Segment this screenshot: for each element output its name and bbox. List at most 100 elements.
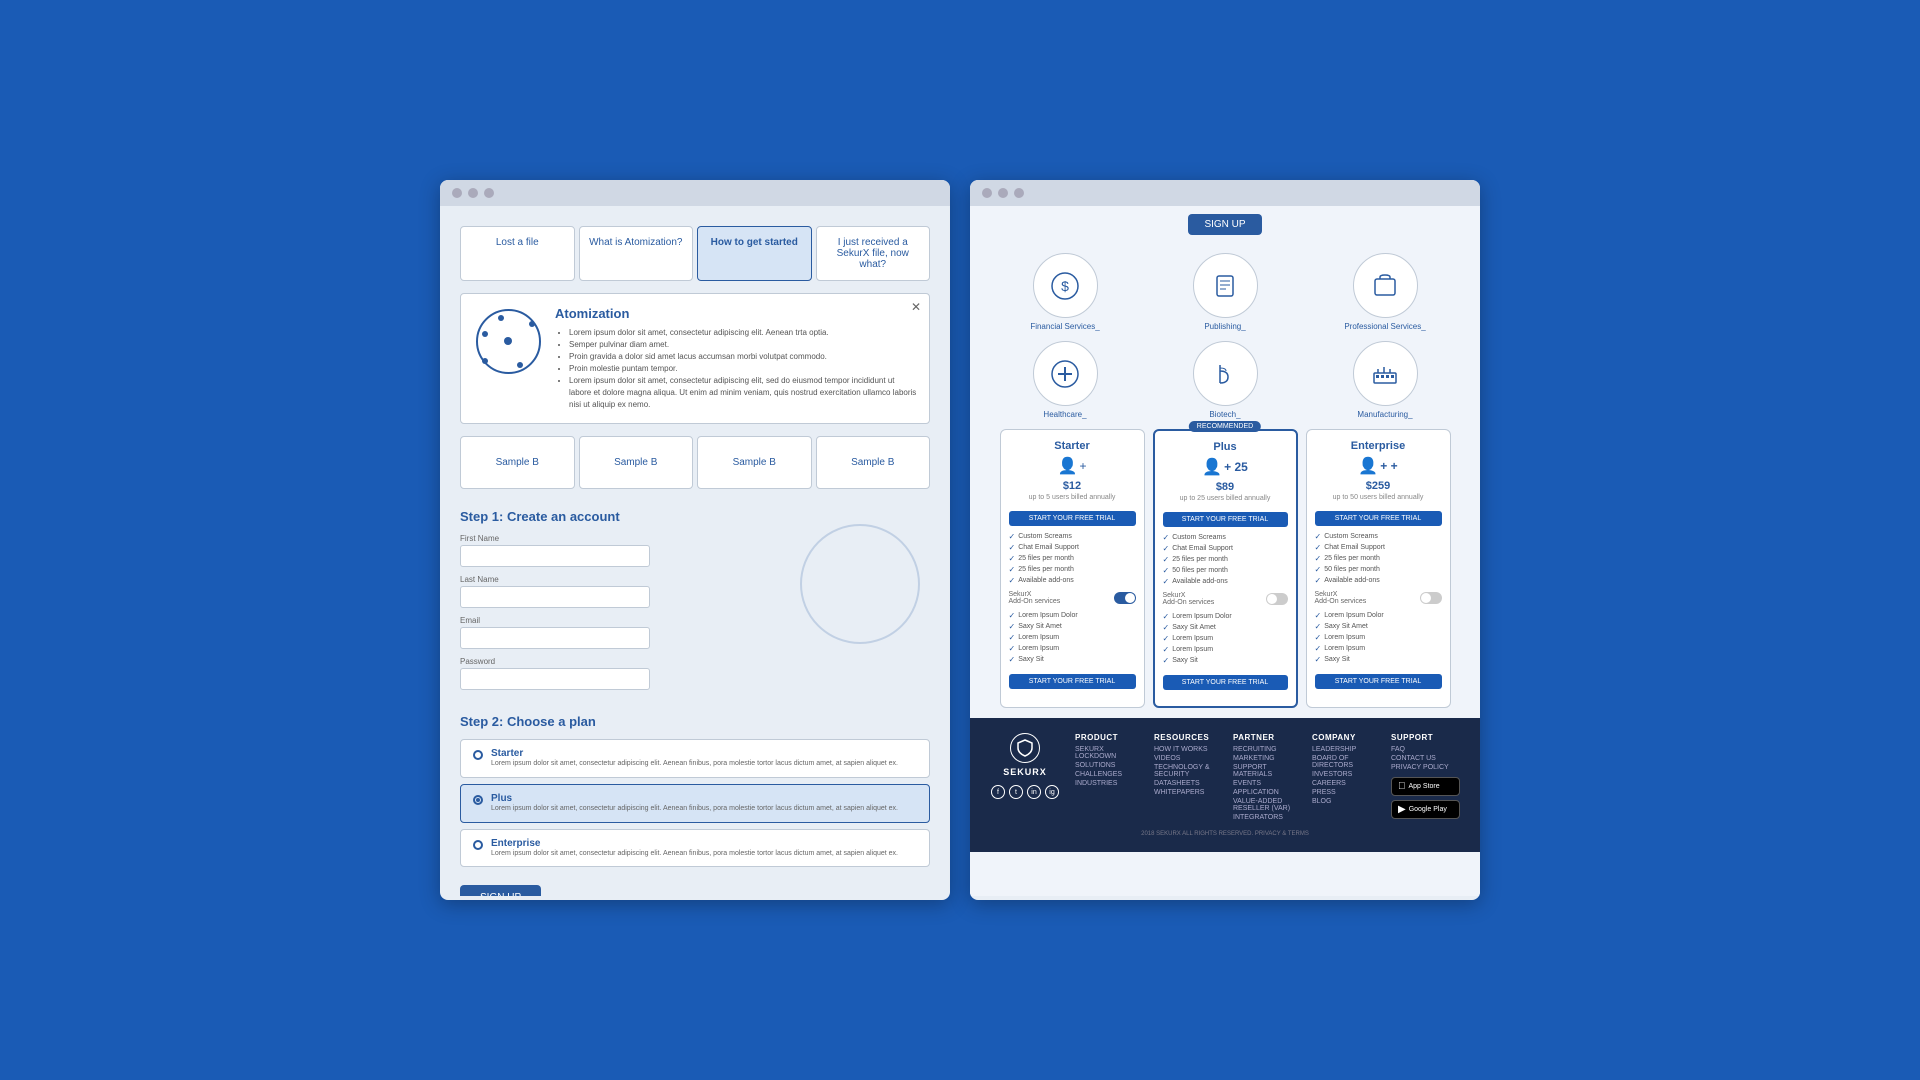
manufacturing-label: Manufacturing_ <box>1357 410 1412 419</box>
footer-link-technology[interactable]: TECHNOLOGY & SECURITY <box>1154 764 1223 778</box>
footer-link-videos[interactable]: VIDEOS <box>1154 755 1223 762</box>
starter-toggle[interactable] <box>1114 592 1136 604</box>
footer-link-events[interactable]: EVENTS <box>1233 780 1302 787</box>
plan-starter-radio[interactable] <box>473 750 483 760</box>
browser-dot-green <box>484 188 494 198</box>
industry-biotech[interactable]: Biotech_ <box>1150 341 1300 419</box>
right-top: SIGN UP <box>970 206 1480 253</box>
password-group: Password <box>460 657 650 690</box>
app-store-text: App Store <box>1409 783 1440 790</box>
footer-link-application[interactable]: APPLICATION <box>1233 789 1302 796</box>
enterprise-trial-btn-bottom[interactable]: START YOUR FREE TRIAL <box>1315 674 1442 689</box>
footer-link-support-materials[interactable]: SUPPORT MATERIALS <box>1233 764 1302 778</box>
plus-trial-btn-bottom[interactable]: START YOUR FREE TRIAL <box>1163 675 1288 690</box>
last-name-input[interactable] <box>460 586 650 608</box>
plan-plus-radio[interactable] <box>473 795 483 805</box>
atom-dot-1 <box>498 315 504 321</box>
sample-btn-3[interactable]: Sample B <box>697 436 812 489</box>
password-input[interactable] <box>460 668 650 690</box>
starter-icon-row: 👤 + <box>1009 456 1136 476</box>
right-signup-button[interactable]: SIGN UP <box>1188 214 1261 235</box>
plus-trial-btn[interactable]: START YOUR FREE TRIAL <box>1163 512 1288 527</box>
google-play-badge[interactable]: ▶ Google Play <box>1391 800 1460 819</box>
footer-link-leadership[interactable]: LEADERSHIP <box>1312 746 1381 753</box>
footer-link-how-it-works[interactable]: HOW IT WORKS <box>1154 746 1223 753</box>
financial-services-icon-circle: $ <box>1033 253 1098 318</box>
plan-starter[interactable]: Starter Lorem ipsum dolor sit amet, cons… <box>460 739 930 778</box>
plan-enterprise-radio[interactable] <box>473 840 483 850</box>
enterprise-toggle[interactable] <box>1420 592 1442 604</box>
check-icon: ✓ <box>1163 566 1170 575</box>
atom-dot-3 <box>517 362 523 368</box>
left-content: Lost a file What is Atomization? How to … <box>440 206 950 896</box>
atom-dot-2 <box>529 321 535 327</box>
industry-professional-services[interactable]: Professional Services_ <box>1310 253 1460 331</box>
tab-lost-file[interactable]: Lost a file <box>460 226 575 281</box>
plus-toggle[interactable] <box>1266 593 1288 605</box>
footer-logo-icon <box>1010 733 1040 763</box>
footer-link-investors[interactable]: INVESTORS <box>1312 771 1381 778</box>
starter-trial-btn[interactable]: START YOUR FREE TRIAL <box>1009 511 1136 526</box>
linkedin-icon[interactable]: in <box>1027 785 1041 799</box>
close-button[interactable]: ✕ <box>911 300 921 314</box>
signup-button[interactable]: SIGN UP <box>460 885 541 896</box>
check-icon: ✓ <box>1009 543 1016 552</box>
industry-manufacturing[interactable]: Manufacturing_ <box>1310 341 1460 419</box>
footer-link-recruiting[interactable]: RECRUITING <box>1233 746 1302 753</box>
industry-financial-services[interactable]: $ Financial Services_ <box>990 253 1140 331</box>
atom-bullet-2: Semper pulvinar diam amet. <box>569 339 917 351</box>
plus-addon-4: ✓Lorem Ipsum <box>1163 645 1288 654</box>
tab-i-just-received[interactable]: I just received a SekurX file, now what? <box>816 226 931 281</box>
sample-btn-1[interactable]: Sample B <box>460 436 575 489</box>
footer-link-careers[interactable]: CAREERS <box>1312 780 1381 787</box>
browser-dot-red <box>452 188 462 198</box>
biotech-icon <box>1210 359 1240 389</box>
tab-how-to-get-started[interactable]: How to get started <box>697 226 812 281</box>
first-name-label: First Name <box>460 534 650 543</box>
starter-toggle-row: SekurX Add-On services <box>1009 591 1136 605</box>
footer-link-solutions[interactable]: SOLUTIONS <box>1075 762 1144 769</box>
app-store-badge[interactable]:  App Store <box>1391 777 1460 796</box>
instagram-icon[interactable]: ig <box>1045 785 1059 799</box>
sample-buttons-row: Sample B Sample B Sample B Sample B <box>460 436 930 489</box>
plan-enterprise[interactable]: Enterprise Lorem ipsum dolor sit amet, c… <box>460 829 930 868</box>
footer-columns: PRODUCT SEKURX LOCKDOWN SOLUTIONS CHALLE… <box>1075 733 1460 823</box>
publishing-icon-circle <box>1193 253 1258 318</box>
first-name-input[interactable] <box>460 545 650 567</box>
starter-trial-btn-bottom[interactable]: START YOUR FREE TRIAL <box>1009 674 1136 689</box>
footer-link-press[interactable]: PRESS <box>1312 789 1381 796</box>
industry-publishing[interactable]: Publishing_ <box>1150 253 1300 331</box>
footer-logo-text: SEKURX <box>1003 767 1047 777</box>
footer-link-marketing[interactable]: MARKETING <box>1233 755 1302 762</box>
footer-link-sekurx-lockdown[interactable]: SEKURX LOCKDOWN <box>1075 746 1144 760</box>
atom-dot-5 <box>482 331 488 337</box>
twitter-icon[interactable]: t <box>1009 785 1023 799</box>
footer-link-privacy[interactable]: PRIVACY POLICY <box>1391 764 1460 771</box>
email-input[interactable] <box>460 627 650 649</box>
sample-btn-2[interactable]: Sample B <box>579 436 694 489</box>
email-group: Email <box>460 616 650 649</box>
manufacturing-icon <box>1370 359 1400 389</box>
footer-link-integrators[interactable]: INTEGRATORS <box>1233 814 1302 821</box>
tab-what-is-atomization[interactable]: What is Atomization? <box>579 226 694 281</box>
enterprise-trial-btn[interactable]: START YOUR FREE TRIAL <box>1315 511 1442 526</box>
footer-link-challenges[interactable]: CHALLENGES <box>1075 771 1144 778</box>
footer-link-faq[interactable]: FAQ <box>1391 746 1460 753</box>
footer-link-blog[interactable]: BLOG <box>1312 798 1381 805</box>
plan-plus[interactable]: Plus Lorem ipsum dolor sit amet, consect… <box>460 784 930 823</box>
plan-enterprise-desc: Lorem ipsum dolor sit amet, consectetur … <box>491 849 898 859</box>
footer-link-contact[interactable]: CONTACT US <box>1391 755 1460 762</box>
starter-price: $12 <box>1009 480 1136 492</box>
form-area: First Name Last Name Email Password <box>460 534 930 698</box>
enterprise-feature-4: ✓50 files per month <box>1315 565 1442 574</box>
facebook-icon[interactable]: f <box>991 785 1005 799</box>
footer-link-var[interactable]: VALUE-ADDED RESELLER (VAR) <box>1233 798 1302 812</box>
footer-link-datasheets[interactable]: DATASHEETS <box>1154 780 1223 787</box>
check-icon: ✓ <box>1315 655 1322 664</box>
footer-link-board[interactable]: BOARD OF DIRECTORS <box>1312 755 1381 769</box>
plus-addon-5: ✓Saxy Sit <box>1163 656 1288 665</box>
footer-link-whitepapers[interactable]: WHITEPAPERS <box>1154 789 1223 796</box>
footer-link-industries[interactable]: INDUSTRIES <box>1075 780 1144 787</box>
industry-healthcare[interactable]: Healthcare_ <box>990 341 1140 419</box>
sample-btn-4[interactable]: Sample B <box>816 436 931 489</box>
